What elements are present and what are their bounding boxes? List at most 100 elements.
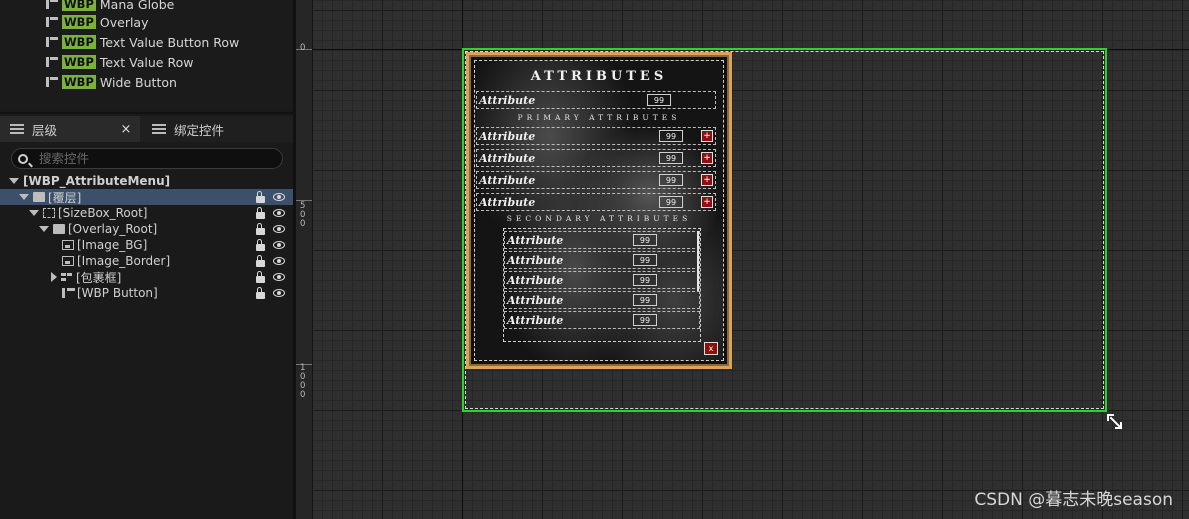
row-icons	[256, 238, 285, 251]
lock-icon[interactable]	[256, 222, 265, 235]
attribute-value: 99	[659, 130, 683, 142]
lock-icon[interactable]	[256, 270, 265, 283]
lock-icon[interactable]	[256, 206, 265, 219]
scrollbar[interactable]	[697, 231, 699, 291]
increase-button[interactable]: +	[701, 130, 713, 142]
eye-icon[interactable]	[273, 289, 285, 297]
attribute-value: 99	[659, 196, 683, 208]
attribute-value: 99	[633, 254, 657, 266]
tab-bind-widgets-label: 绑定控件	[174, 122, 225, 138]
eye-icon[interactable]	[273, 225, 285, 233]
button-widget-icon	[62, 288, 75, 298]
tree-root[interactable]: [WBP_AttributeMenu]	[0, 173, 293, 189]
list-icon	[152, 124, 166, 134]
attribute-label: Attribute	[479, 94, 536, 107]
increase-button[interactable]: +	[701, 152, 713, 164]
tree-node[interactable]: [WBP Button]	[0, 285, 293, 301]
increase-button[interactable]: +	[701, 196, 713, 208]
tree-node-label: [Image_Border]	[77, 254, 171, 268]
tree-node-label: [覆层]	[48, 190, 82, 205]
secondary-section-title: SECONDARY ATTRIBUTES	[506, 214, 692, 223]
attribute-row[interactable]: Attribute 99 +	[476, 193, 716, 211]
tree-root-label: [WBP_AttributeMenu]	[23, 174, 171, 188]
attribute-row[interactable]: Attribute 99 +	[476, 171, 716, 189]
vertical-ruler: 0 5 0 0 1 0 0 0	[296, 0, 313, 519]
tree-node[interactable]: [Image_BG]	[0, 237, 293, 253]
wrap-box-icon	[61, 272, 73, 282]
attribute-menu-widget[interactable]: ATTRIBUTES Attribute 99 PRIMARY ATTRIBUT…	[466, 52, 732, 369]
library-item-label: Overlay	[99, 14, 149, 30]
eye-icon[interactable]	[273, 241, 285, 249]
widget-background: ATTRIBUTES Attribute 99 PRIMARY ATTRIBUT…	[474, 60, 724, 361]
eye-icon[interactable]	[273, 273, 285, 281]
overlay-icon	[33, 192, 45, 202]
attribute-row[interactable]: Attribute 99 +	[476, 149, 716, 167]
tree-node[interactable]: [包裹框]	[0, 269, 293, 285]
close-tab-icon[interactable]: ×	[118, 122, 134, 137]
attribute-row[interactable]: Attribute 99	[476, 91, 716, 109]
library-item[interactable]: WBP Wide Button	[45, 72, 177, 92]
row-icons	[256, 254, 285, 267]
attribute-label: Attribute	[507, 254, 564, 267]
library-item-label: Text Value Button Row	[99, 34, 240, 50]
lock-icon[interactable]	[256, 286, 265, 299]
attribute-label: Attribute	[507, 314, 564, 327]
expand-arrow-icon[interactable]	[29, 210, 39, 216]
eye-icon[interactable]	[273, 257, 285, 265]
eye-icon[interactable]	[273, 209, 285, 217]
library-item[interactable]: WBP Text Value Button Row	[45, 32, 239, 52]
library-item-label: Wide Button	[99, 74, 177, 90]
close-button[interactable]: x	[704, 342, 718, 355]
tree-node[interactable]: [Image_Border]	[0, 253, 293, 269]
attribute-row[interactable]: Attribute 99	[504, 311, 700, 329]
increase-button[interactable]: +	[701, 174, 713, 186]
row-icons	[256, 286, 285, 299]
lock-icon[interactable]	[256, 238, 265, 251]
attribute-value: 99	[647, 94, 671, 106]
secondary-scroll-box[interactable]: Attribute 99 Attribute 99 Attribute 99 A…	[503, 228, 701, 342]
attribute-label: Attribute	[507, 294, 564, 307]
wbp-badge: WBP	[62, 75, 96, 89]
tab-bind-widgets[interactable]: 绑定控件	[146, 116, 286, 142]
attribute-row[interactable]: Attribute 99	[504, 291, 700, 309]
attribute-value: 99	[633, 274, 657, 286]
tree-node[interactable]: [SizeBox_Root]	[0, 205, 293, 221]
library-item[interactable]: WBP Text Value Row	[45, 52, 193, 72]
eye-icon[interactable]	[273, 193, 285, 201]
wbp-badge: WBP	[62, 0, 96, 11]
sizebox-icon	[43, 208, 55, 218]
widget-library-list: WBP Mana Globe WBP Overlay WBP Text Valu…	[0, 0, 293, 108]
lock-icon[interactable]	[256, 254, 265, 267]
attribute-row[interactable]: Attribute 99	[504, 251, 700, 269]
expand-arrow-icon[interactable]	[9, 178, 19, 184]
widget-icon	[45, 36, 59, 48]
row-icons	[256, 222, 285, 235]
tree-node[interactable]: [Overlay_Root]	[0, 221, 293, 237]
attribute-row[interactable]: Attribute 99 +	[476, 127, 716, 145]
attribute-label: Attribute	[479, 174, 536, 187]
expand-arrow-icon[interactable]	[39, 226, 49, 232]
tree-node-label: [Overlay_Root]	[68, 222, 158, 236]
attribute-value: 99	[659, 174, 683, 186]
search-input[interactable]	[37, 150, 261, 167]
widget-title: ATTRIBUTES	[530, 69, 668, 84]
attribute-row[interactable]: Attribute 99	[504, 271, 700, 289]
search-box[interactable]	[11, 148, 283, 169]
left-panel: WBP Mana Globe WBP Overlay WBP Text Valu…	[0, 0, 293, 519]
tab-hierarchy-label: 层级	[32, 122, 58, 138]
expand-arrow-icon[interactable]	[19, 194, 29, 200]
attribute-label: Attribute	[507, 274, 564, 287]
ruler-tick-0: 0	[300, 43, 306, 53]
tab-hierarchy[interactable]: 层级 ×	[0, 116, 140, 142]
library-item[interactable]: WBP Overlay	[45, 12, 149, 32]
collapse-arrow-icon[interactable]	[51, 272, 57, 282]
attribute-value: 99	[633, 314, 657, 326]
widget-icon	[45, 16, 59, 28]
attribute-row[interactable]: Attribute 99	[504, 231, 700, 249]
attribute-label: Attribute	[479, 152, 536, 165]
panel-divider[interactable]	[0, 112, 293, 114]
tree-node[interactable]: [覆层]	[0, 189, 293, 205]
lock-icon[interactable]	[256, 190, 265, 203]
image-icon	[62, 256, 74, 266]
resize-handle-tip	[1115, 422, 1122, 429]
